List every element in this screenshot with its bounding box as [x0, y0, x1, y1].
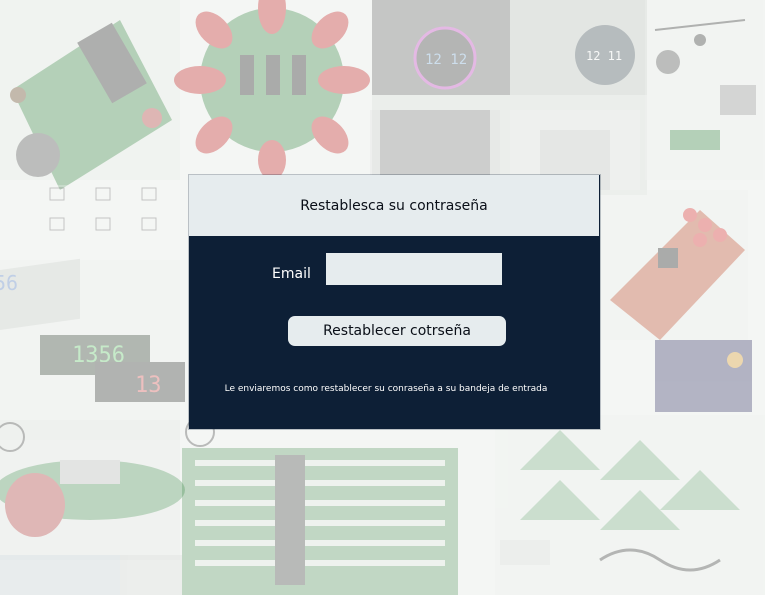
- modal-header: Restablesca su contraseña: [189, 175, 600, 236]
- reset-hint-text: Le enviaremos como restablecer su conras…: [224, 384, 548, 394]
- svg-text:12 12: 12 12: [425, 52, 467, 68]
- bottom-strip-photo: [0, 555, 182, 595]
- email-input[interactable]: [326, 253, 502, 285]
- svg-text:56: 56: [0, 271, 18, 295]
- components-photo: [645, 0, 765, 180]
- digital-clocks-photo: 1356 13 56: [0, 258, 185, 440]
- modal-title: Restablesca su contraseña: [300, 197, 488, 214]
- led-flower-photo: [174, 0, 370, 180]
- svg-text:13: 13: [135, 373, 162, 398]
- reset-password-modal: Restablesca su contraseña Email Restable…: [189, 175, 600, 429]
- svg-text:12 11: 12 11: [586, 49, 622, 63]
- email-label: Email: [272, 266, 311, 282]
- reset-password-button[interactable]: Restablecer cotrseña: [288, 316, 506, 346]
- red-led-board-photo: [598, 190, 752, 412]
- feature-icons-photo: [42, 185, 172, 240]
- tree-kit-photo: [495, 415, 765, 595]
- robot-car-photo: [0, 417, 215, 560]
- pcb-photo-top-left: [0, 0, 180, 190]
- led-board-photo: [182, 448, 458, 595]
